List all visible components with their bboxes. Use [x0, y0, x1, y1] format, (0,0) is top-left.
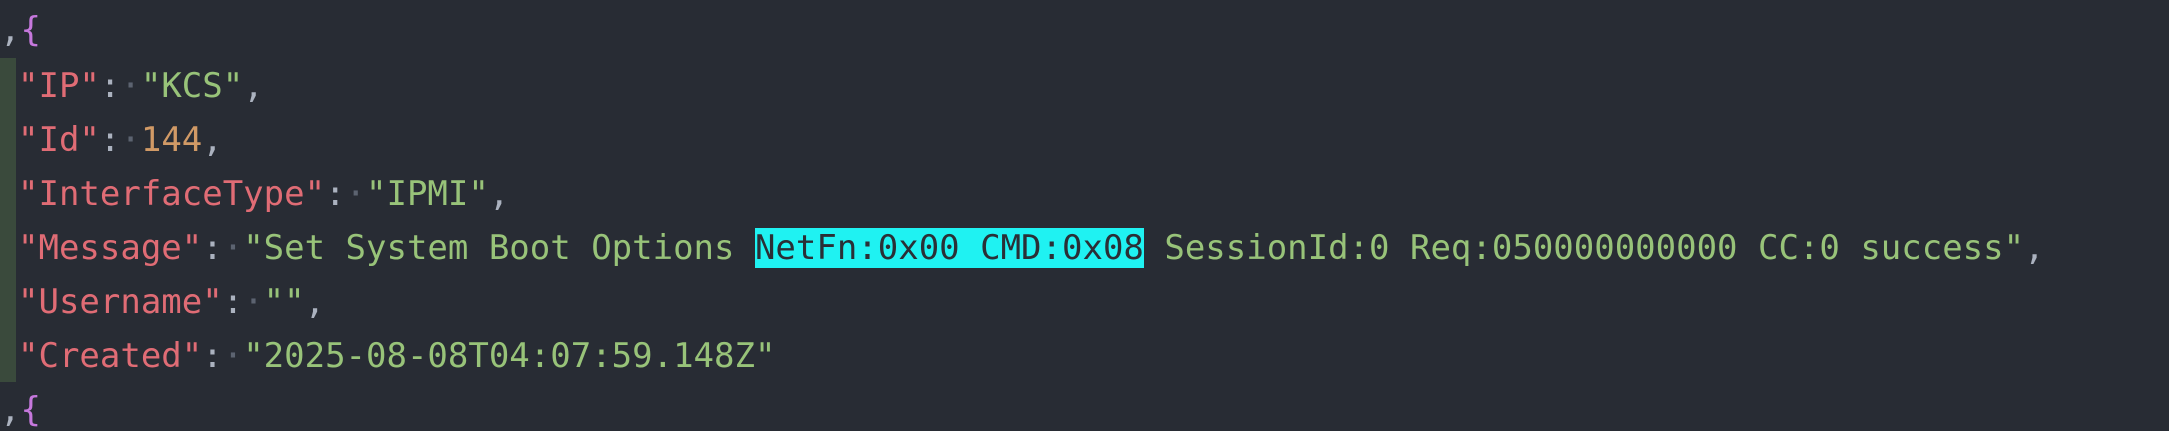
comma: ,	[304, 282, 326, 322]
code-line-username[interactable]: "Username":·"",	[0, 275, 325, 329]
whitespace-marker: ·	[243, 282, 264, 322]
json-string-value: "2025-08-08T04:07:59.148Z"	[243, 336, 776, 376]
open-brace: {	[20, 10, 41, 50]
colon: :	[222, 282, 244, 322]
json-key: "Username"	[18, 282, 223, 322]
colon: :	[202, 228, 223, 268]
json-string-value-start: "Set System Boot Options	[243, 228, 755, 268]
comma: ,	[0, 390, 21, 430]
comma: ,	[243, 66, 264, 106]
comma: ,	[488, 174, 510, 214]
json-number-value: 144	[140, 120, 203, 160]
colon: :	[99, 120, 121, 160]
json-key: "InterfaceType"	[18, 174, 326, 214]
json-string-value: ""	[263, 282, 305, 322]
whitespace-marker: ·	[222, 228, 244, 268]
whitespace-marker: ·	[120, 120, 141, 160]
colon: :	[325, 174, 346, 214]
comma: ,	[2024, 228, 2045, 268]
code-editor[interactable]: ,{ "IP":·"KCS", "Id":·144, "InterfaceTyp…	[0, 0, 2169, 431]
code-line-ip[interactable]: "IP":·"KCS",	[0, 59, 264, 113]
search-highlight[interactable]: NetFn:0x00 CMD:0x08	[754, 228, 1144, 268]
colon: :	[202, 336, 223, 376]
whitespace-marker: ·	[345, 174, 367, 214]
json-key: "Created"	[18, 336, 203, 376]
json-key: "IP"	[18, 66, 100, 106]
code-line-message[interactable]: "Message":·"Set System Boot Options NetF…	[0, 221, 2045, 275]
json-string-value-end: SessionId:0 Req:050000000000 CC:0 succes…	[1143, 228, 2025, 268]
colon: :	[99, 66, 121, 106]
json-string-value: "IPMI"	[366, 174, 489, 214]
open-brace: {	[20, 390, 41, 430]
json-string-value: "KCS"	[140, 66, 244, 106]
code-line-id[interactable]: "Id":·144,	[0, 113, 223, 167]
comma: ,	[0, 10, 21, 50]
json-key: "Message"	[18, 228, 203, 268]
whitespace-marker: ·	[120, 66, 141, 106]
code-line-created[interactable]: "Created":·"2025-08-08T04:07:59.148Z"	[0, 329, 775, 383]
json-key: "Id"	[18, 120, 100, 160]
comma: ,	[202, 120, 223, 160]
code-line[interactable]: ,{	[0, 3, 41, 57]
code-line[interactable]: ,{	[0, 383, 41, 431]
whitespace-marker: ·	[222, 336, 244, 376]
code-line-interface-type[interactable]: "InterfaceType":·"IPMI",	[0, 167, 509, 221]
